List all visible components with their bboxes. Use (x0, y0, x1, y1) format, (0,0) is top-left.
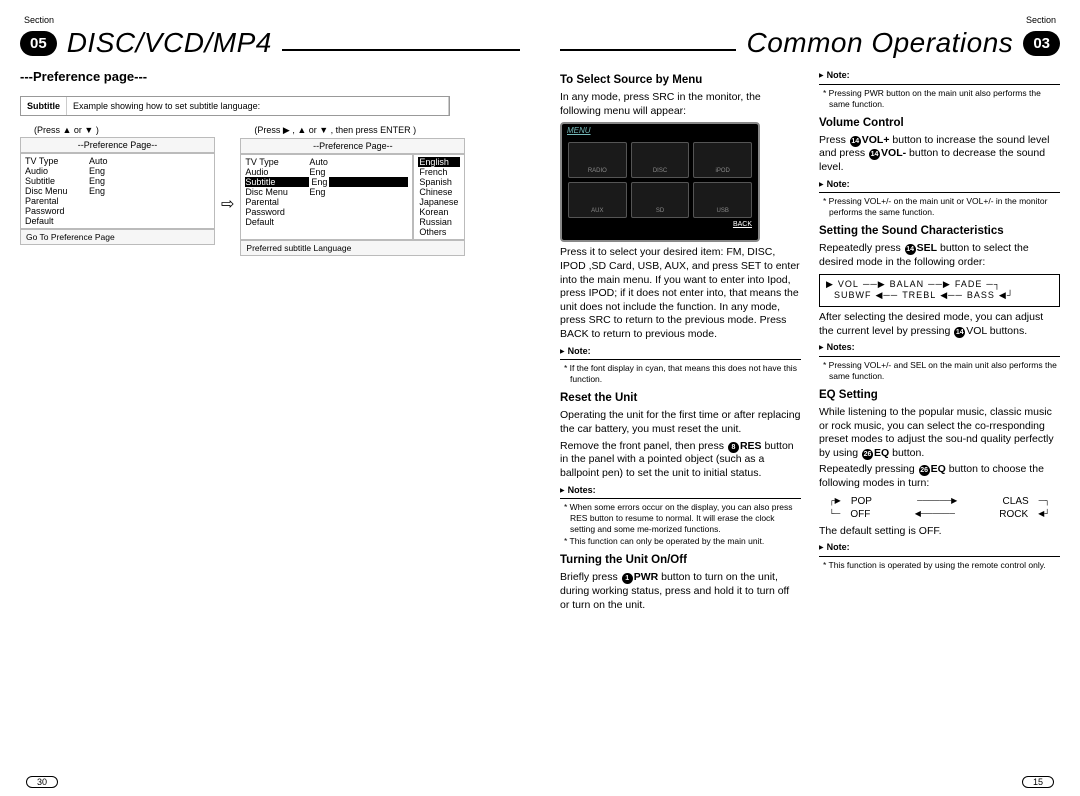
note-text: * Pressing VOL+/- on the main unit or VO… (829, 196, 1060, 218)
tile-sd[interactable]: SD (631, 182, 690, 218)
page-title: Common Operations (746, 27, 1013, 59)
press-hint-2: (Press ▶ , ▲ or ▼ , then press ENTER ) (254, 125, 465, 136)
note-text: * This function is operated by using the… (829, 560, 1060, 571)
eq-label-2: EQ (931, 463, 946, 475)
section-badge: 05 (20, 31, 57, 56)
p-adjust: After selecting the desired mode, you ca… (819, 311, 1060, 338)
sel-label: SEL (917, 242, 937, 254)
p-pwr: Briefly press 1PWR button to turn on the… (560, 571, 801, 612)
h-turn-onoff: Turning the Unit On/Off (560, 553, 801, 568)
eq-badge: 26 (862, 449, 873, 460)
subtitle-bar: Subtitle Example showing how to set subt… (20, 96, 450, 116)
h-reset: Reset the Unit (560, 391, 801, 406)
preference-panels: (Press ▲ or ▼ ) --Preference Page-- TV T… (20, 122, 520, 256)
tile-disc[interactable]: DISC (631, 142, 690, 178)
p-eq: While listening to the popular music, cl… (819, 406, 1060, 461)
p-sel: Repeatedly press 14SEL button to select … (819, 242, 1060, 269)
volplus-label: VOL+ (862, 134, 890, 146)
page-title: DISC/VCD/MP4 (67, 27, 272, 59)
notes-label: Notes: (827, 342, 855, 352)
p-any-mode: In any mode, press SRC in the monitor, t… (560, 91, 801, 118)
eq-flow: ┌▶POP ──────▶ CLAS─┐ └─OFF ◀────── ROCK◀… (819, 495, 1060, 521)
vol-label: VOL (966, 325, 987, 337)
section-label: Section (24, 15, 516, 25)
pref-page-heading: ---Preference page--- (20, 69, 520, 84)
note-label: Note: (827, 542, 850, 552)
language-list: English French Spanish Chinese Japanese … (413, 154, 465, 240)
column-2: Note: * Pressing PWR button on the main … (819, 69, 1060, 615)
note-icon (560, 484, 568, 496)
h-eq: EQ Setting (819, 388, 1060, 403)
note-icon (819, 541, 827, 553)
page-number: 15 (1022, 776, 1054, 788)
res-label: RES (740, 440, 762, 452)
pref-panel-2: (Press ▶ , ▲ or ▼ , then press ENTER ) -… (240, 122, 465, 256)
pwr-label: PWR (634, 571, 659, 583)
note-text: * If the font display in cyan, that mean… (570, 363, 801, 385)
pref-panel-1: (Press ▲ or ▼ ) --Preference Page-- TV T… (20, 122, 215, 245)
header-rule (282, 49, 520, 51)
note-text: * This function can only be operated by … (570, 536, 801, 547)
header-rule (560, 49, 736, 51)
section-label: Section (564, 15, 1056, 25)
note-text: * Pressing PWR button on the main unit a… (829, 88, 1060, 110)
sound-flow: ▶VOL ──▶BALAN ──▶FADE─┐ SUBWF ◀──TREBL ◀… (819, 274, 1060, 307)
right-page: Section 03 Common Operations To Select S… (540, 0, 1080, 796)
note-label: Note: (568, 346, 591, 356)
p-eq2: Repeatedly pressing 26EQ button to choos… (819, 463, 1060, 490)
subtitle-desc: Example showing how to set subtitle lang… (67, 97, 449, 115)
h-volume: Volume Control (819, 116, 1060, 131)
panel2-foot: Preferred subtitle Language (240, 240, 465, 256)
note-icon (819, 178, 827, 190)
tile-ipod[interactable]: iPOD (693, 142, 752, 178)
panel1-foot: Go To Preference Page (20, 229, 215, 245)
panel2-head: --Preference Page-- (240, 138, 465, 154)
pwr-badge: 1 (622, 573, 633, 584)
section-badge: 03 (1023, 31, 1060, 56)
left-page: Section 05 DISC/VCD/MP4 ---Preference pa… (0, 0, 540, 796)
header-row: 03 Common Operations (560, 27, 1060, 59)
panel1-head: --Preference Page-- (20, 137, 215, 153)
note-icon (819, 341, 827, 353)
note-label: Note: (827, 70, 850, 80)
sel-badge: 14 (905, 244, 916, 255)
p-volume: Press 14VOL+ button to increase the soun… (819, 134, 1060, 175)
monitor-menu: MENU RADIO DISC iPOD AUX SD USB BACK (560, 122, 760, 242)
tile-usb[interactable]: USB (693, 182, 752, 218)
h-sound-char: Setting the Sound Characteristics (819, 224, 1060, 239)
h-select-source: To Select Source by Menu (560, 73, 801, 88)
page-number: 30 (26, 776, 58, 788)
panel1-body: TV TypeAuto AudioEng SubtitleEng Disc Me… (20, 153, 215, 229)
volminus-badge: 14 (869, 149, 880, 160)
notes-label: Notes: (568, 485, 596, 495)
p-select-desc: Press it to select your desired item: FM… (560, 246, 801, 341)
volminus-label: VOL- (881, 147, 906, 159)
tile-aux[interactable]: AUX (568, 182, 627, 218)
note-icon (819, 69, 827, 81)
eq-label: EQ (874, 447, 889, 459)
p-reset-1: Operating the unit for the first time or… (560, 409, 801, 436)
content-columns: To Select Source by Menu In any mode, pr… (560, 69, 1060, 615)
subtitle-label: Subtitle (21, 97, 67, 115)
p-reset-2: Remove the front panel, then press 8RES … (560, 440, 801, 481)
note-icon (560, 345, 568, 357)
arrow-right-icon: ⇨ (221, 194, 234, 214)
menu-label: MENU (562, 124, 758, 138)
eq-badge-2: 26 (919, 465, 930, 476)
note-label: Note: (827, 179, 850, 189)
note-text: * When some errors occur on the display,… (570, 502, 801, 535)
p-default: The default setting is OFF. (819, 525, 1060, 539)
press-hint-1: (Press ▲ or ▼ ) (34, 125, 215, 135)
res-badge: 8 (728, 442, 739, 453)
volplus-badge: 14 (850, 136, 861, 147)
note-text: * Pressing VOL+/- and SEL on the main un… (829, 360, 1060, 382)
tile-radio[interactable]: RADIO (568, 142, 627, 178)
vol-badge: 14 (954, 327, 965, 338)
column-1: To Select Source by Menu In any mode, pr… (560, 69, 801, 615)
back-button[interactable]: BACK (562, 220, 758, 231)
header-row: 05 DISC/VCD/MP4 (20, 27, 520, 59)
panel2-body: TV TypeAuto AudioEng SubtitleEng Disc Me… (240, 154, 413, 240)
